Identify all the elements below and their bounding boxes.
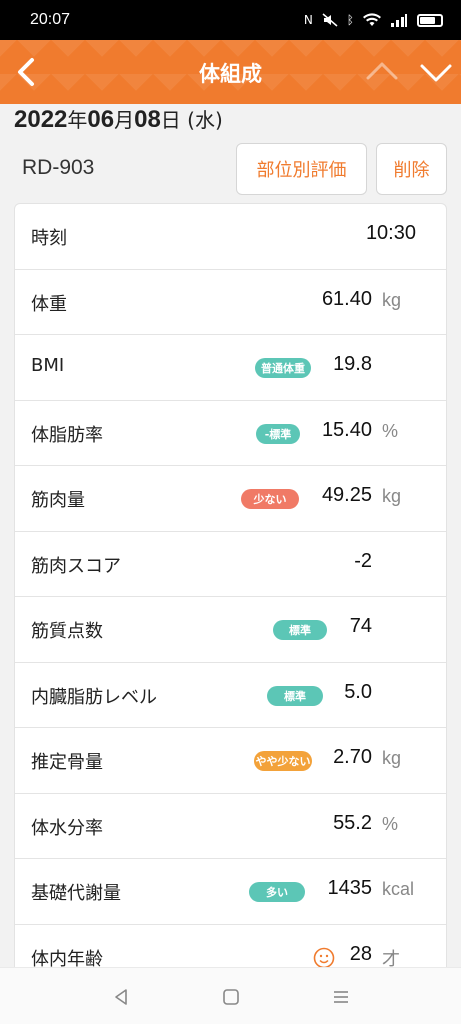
row-value: 61.40 [321,287,372,310]
date-year: 2022 [14,106,68,133]
row-value: 15.40 [321,418,372,441]
row-unit: % [382,813,399,834]
previous-record-button[interactable] [364,56,400,88]
status-badge: 標準 [273,620,327,640]
status-badge: 普通体重 [255,358,311,378]
row-muscle-mass: 筋肉量 少ない 49.25 kg [15,466,446,532]
row-label: 基礎代謝量 [31,883,121,904]
face-icon [313,947,335,968]
signal-icon [391,14,407,27]
part-evaluation-button[interactable]: 部位別評価 [236,143,367,195]
nfc-icon: N [303,13,313,27]
date-day-suffix: 日 [160,108,181,132]
nav-home-icon[interactable] [220,986,242,1008]
row-label: 体水分率 [31,817,103,839]
row-bone-mass: 推定骨量 やや少ない 2.70 kg [15,728,446,794]
status-icons: N ᛒ [304,13,443,27]
next-record-button[interactable] [418,56,454,88]
row-value: 2.70 [333,746,372,768]
status-badge: 標準 [267,685,323,706]
row-label: 体脂肪率 [31,424,103,446]
delete-button[interactable]: 削除 [376,143,447,195]
device-name: RD-903 [22,156,95,179]
mute-icon [322,13,338,27]
row-label: 時刻 [31,228,67,249]
date-weekday: (水) [180,108,223,132]
row-muscle-score: 筋肉スコア -2 [15,532,446,597]
battery-icon [417,13,443,27]
status-badge: 少ない [241,489,299,509]
wifi-icon [363,13,381,26]
row-unit: kg [382,486,402,506]
row-body-fat: 体脂肪率 -標準 15.40 % [15,401,446,466]
row-unit: % [382,420,399,441]
header: 体組成 [0,40,461,104]
measurement-card: 時刻 10:30 体重 61.40 kg BMI 普通体重 19.8 体脂肪率 … [14,203,447,973]
system-nav-bar [0,967,461,1024]
row-visceral-fat: 内臓脂肪レベル 標準 5.0 [15,663,446,728]
nav-menu-icon[interactable] [330,986,352,1008]
status-badge: 多い [249,882,305,902]
row-weight: 体重 61.40 kg [15,270,446,335]
row-body-age: 体内年齢 28 才 [15,925,446,973]
row-unit: kg [382,748,402,768]
row-label: 内臓脂肪レベル [31,686,157,708]
row-label: 推定骨量 [31,752,103,773]
status-time: 20:07 [30,11,71,28]
row-label: 体重 [31,293,67,315]
row-basal-metabolism: 基礎代謝量 多い 1435 kcal [15,859,446,925]
row-label: 筋肉量 [31,490,85,511]
status-badge: -標準 [256,423,300,444]
status-badge: やや少ない [254,751,312,771]
row-time: 時刻 10:30 [15,204,446,270]
row-value: 74 [349,615,372,637]
date-month: 06 [87,106,115,133]
row-value: 10:30 [365,222,416,244]
row-value: 49.25 [321,484,372,506]
row-label: 筋肉スコア [31,555,121,577]
row-body-water: 体水分率 55.2 % [15,794,446,859]
row-unit: kcal [382,879,415,899]
row-value: 55.2 [333,811,372,834]
bluetooth-icon: ᛒ [346,13,354,27]
row-value: 19.8 [333,353,372,375]
date-year-suffix: 年 [67,108,88,132]
row-bmi: BMI 普通体重 19.8 [15,335,446,401]
nav-back-icon[interactable] [110,986,132,1008]
row-label: 筋質点数 [31,621,103,642]
record-date: 2022年06月08日 (水) [14,104,223,134]
row-value: 28 [349,942,372,965]
row-value: -2 [354,549,372,572]
row-label: BMI [31,355,65,376]
status-bar: 20:07 N ᛒ [0,0,461,40]
row-unit: kg [382,289,402,310]
row-muscle-quality: 筋質点数 標準 74 [15,597,446,663]
date-day: 08 [134,106,161,133]
date-month-suffix: 月 [114,108,135,132]
row-value: 1435 [327,877,373,899]
row-value: 5.0 [344,680,372,703]
